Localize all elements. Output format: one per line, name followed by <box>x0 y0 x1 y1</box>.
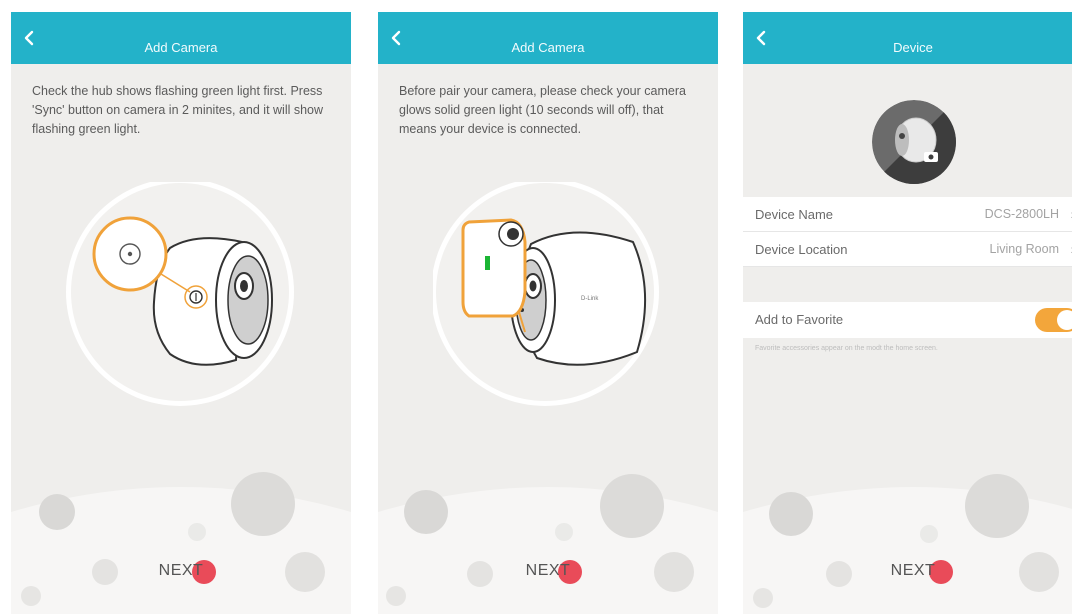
camera-sync-illustration <box>66 182 294 406</box>
next-label: NEXT <box>525 562 571 579</box>
favorite-hint: Favorite accessories appear on the modt … <box>755 345 938 352</box>
header-bar: Add Camera <box>378 12 718 64</box>
favorite-row: Add to Favorite <box>743 302 1072 338</box>
page-title: Add Camera <box>144 40 218 55</box>
favorite-label: Add to Favorite <box>755 312 844 327</box>
device-avatar[interactable] <box>872 100 956 184</box>
next-button[interactable]: NEXT <box>743 562 1072 580</box>
instruction-text: Check the hub shows flashing green light… <box>32 84 324 136</box>
device-location-label: Device Location <box>755 242 848 257</box>
decorative-bubbles <box>378 474 718 614</box>
next-button[interactable]: NEXT <box>11 562 351 580</box>
device-name-value: DCS-2800LH <box>984 207 1059 221</box>
page-title: Device <box>893 40 933 55</box>
header-bar: Add Camera <box>11 12 351 64</box>
header-bar: Device <box>743 12 1072 64</box>
device-location-value: Living Room <box>989 242 1059 256</box>
next-label: NEXT <box>158 562 204 579</box>
camera-green-light-illustration: D-Link <box>433 182 659 406</box>
device-name-label: Device Name <box>755 207 834 222</box>
decorative-bubbles <box>11 472 351 614</box>
toggle-knob <box>1057 310 1072 330</box>
add-camera-screen-pair: Add Camera Before pair your camera, plea… <box>378 12 718 614</box>
decorative-bubbles <box>743 474 1072 614</box>
device-location-row[interactable]: Device Location Living Room › <box>743 232 1072 267</box>
favorite-toggle[interactable] <box>1035 308 1072 332</box>
add-camera-screen-sync: Add Camera Check the hub shows flashing … <box>11 12 351 614</box>
next-button[interactable]: NEXT <box>378 562 718 580</box>
device-settings-screen: Device Device Name DCS-2800LH › Device L… <box>743 12 1072 614</box>
next-label: NEXT <box>890 562 936 579</box>
camera-brand-label: D-Link <box>581 296 599 302</box>
page-title: Add Camera <box>511 40 585 55</box>
device-name-row[interactable]: Device Name DCS-2800LH › <box>743 197 1072 232</box>
instruction-text: Before pair your camera, please check yo… <box>399 84 686 136</box>
